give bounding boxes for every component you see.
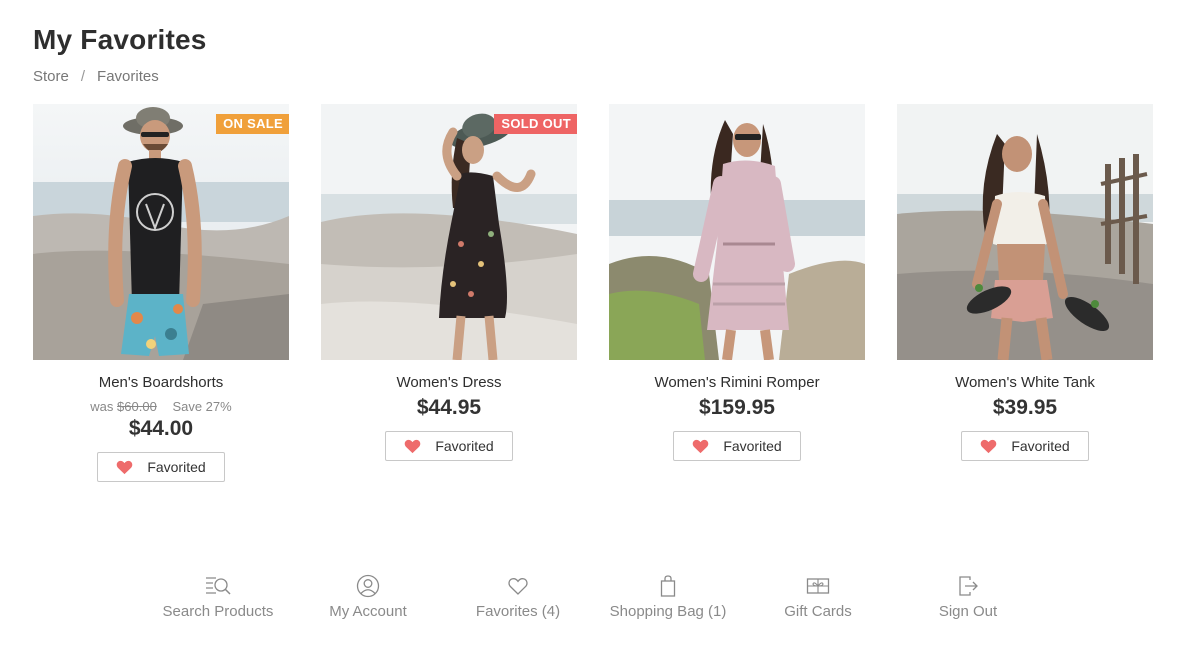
bottom-navigation: Search Products My Account Favorites (4)… xyxy=(143,572,1043,632)
product-photo xyxy=(33,104,289,360)
nav-label: Sign Out xyxy=(938,603,998,620)
breadcrumb-current: Favorites xyxy=(97,68,159,85)
product-price: $159.95 xyxy=(699,396,775,419)
product-photo xyxy=(609,104,865,360)
product-price: $44.95 xyxy=(416,396,482,419)
nav-search-products[interactable]: Search Products xyxy=(143,572,293,628)
was-label: was xyxy=(90,399,114,414)
favorited-label: Favorited xyxy=(1011,438,1070,454)
nav-favorites[interactable]: Favorites (4) xyxy=(443,572,593,628)
nav-sign-out[interactable]: Sign Out xyxy=(893,572,1043,628)
product-card: SOLD OUT Women's Dress $44.95 Favorited xyxy=(321,104,577,494)
product-image[interactable] xyxy=(609,104,865,360)
nav-label: Favorites (4) xyxy=(475,603,561,620)
favorited-button[interactable]: Favorited xyxy=(673,431,801,461)
product-price: $39.95 xyxy=(992,396,1058,419)
sign-out-icon xyxy=(959,576,978,596)
breadcrumb-separator: / xyxy=(80,68,86,85)
search-list-icon xyxy=(206,577,231,595)
user-circle-icon xyxy=(356,574,380,598)
heart-icon xyxy=(693,439,709,453)
product-image[interactable] xyxy=(897,104,1153,360)
favorited-button[interactable]: Favorited xyxy=(385,431,513,461)
shopping-bag-icon xyxy=(660,575,676,597)
original-price-line: was $60.00 Save 27% xyxy=(33,399,289,414)
sale-badge: ON SALE xyxy=(216,114,289,134)
breadcrumb-store-link[interactable]: Store xyxy=(33,68,69,85)
discount-text: Save 27% xyxy=(172,399,232,414)
product-name[interactable]: Women's White Tank xyxy=(897,374,1153,391)
product-name[interactable]: Women's Dress xyxy=(321,374,577,391)
favorited-label: Favorited xyxy=(435,438,494,454)
nav-label: Shopping Bag (1) xyxy=(609,603,727,620)
nav-shopping-bag[interactable]: Shopping Bag (1) xyxy=(593,572,743,628)
breadcrumb: Store / Favorites xyxy=(33,68,159,85)
product-name[interactable]: Women's Rimini Romper xyxy=(609,374,865,391)
product-card: Women's White Tank $39.95 Favorited xyxy=(897,104,1153,494)
favorited-button[interactable]: Favorited xyxy=(97,452,225,482)
product-card: Women's Rimini Romper $159.95 Favorited xyxy=(609,104,865,494)
nav-label: Search Products xyxy=(162,603,274,620)
product-image[interactable]: SOLD OUT xyxy=(321,104,577,360)
heart-icon xyxy=(981,439,997,453)
nav-label: Gift Cards xyxy=(784,603,852,620)
product-image[interactable]: ON SALE xyxy=(33,104,289,360)
original-price: $60.00 xyxy=(117,399,157,414)
heart-icon xyxy=(405,439,421,453)
nav-gift-cards[interactable]: Gift Cards xyxy=(743,572,893,628)
product-photo xyxy=(897,104,1153,360)
favorited-label: Favorited xyxy=(147,459,206,475)
product-price: $44.00 xyxy=(128,417,194,440)
nav-my-account[interactable]: My Account xyxy=(293,572,443,628)
gift-card-icon xyxy=(806,578,830,594)
heart-outline-icon xyxy=(508,578,528,595)
favorited-button[interactable]: Favorited xyxy=(961,431,1089,461)
product-photo xyxy=(321,104,577,360)
heart-icon xyxy=(117,460,133,474)
favorited-label: Favorited xyxy=(723,438,782,454)
page-title: My Favorites xyxy=(33,24,207,55)
sold-out-badge: SOLD OUT xyxy=(494,114,577,134)
favorites-grid: ON SALE Men's Boardshorts was $60.00 Sav… xyxy=(33,104,1153,494)
product-name[interactable]: Men's Boardshorts xyxy=(33,374,289,391)
nav-label: My Account xyxy=(329,603,407,620)
product-card: ON SALE Men's Boardshorts was $60.00 Sav… xyxy=(33,104,289,494)
